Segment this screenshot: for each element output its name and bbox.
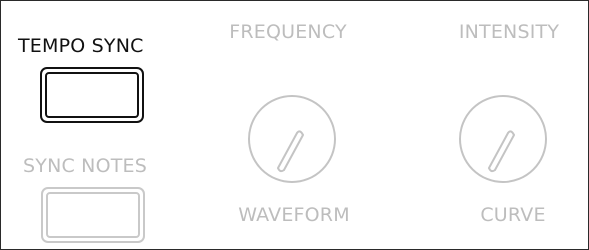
- intensity-knob-graphic: [459, 95, 547, 183]
- frequency-knob-pointer: [277, 130, 304, 173]
- frequency-knob-icon[interactable]: [244, 91, 340, 187]
- tempo-sync-label: TEMPO SYNC: [18, 35, 144, 57]
- frequency-label: FREQUENCY: [229, 21, 347, 43]
- intensity-knob-ring: [459, 95, 547, 183]
- intensity-knob-icon[interactable]: [455, 91, 551, 187]
- curve-label: CURVE: [480, 204, 546, 226]
- frequency-knob-graphic: [248, 95, 336, 183]
- waveform-label: WAVEFORM: [238, 204, 350, 226]
- tempo-sync-button-inner-frame: [45, 72, 139, 118]
- sync-notes-button-inner-frame: [46, 192, 140, 238]
- sync-notes-label: SYNC NOTES: [23, 155, 148, 177]
- tempo-sync-button[interactable]: [40, 67, 144, 123]
- sync-notes-button[interactable]: [41, 187, 145, 243]
- intensity-knob-pointer: [488, 130, 515, 173]
- intensity-label: INTENSITY: [458, 21, 560, 43]
- lfo-sync-panel: TEMPO SYNC SYNC NOTES FREQUENCY WAVEFORM…: [0, 0, 589, 250]
- frequency-knob-ring: [248, 95, 336, 183]
